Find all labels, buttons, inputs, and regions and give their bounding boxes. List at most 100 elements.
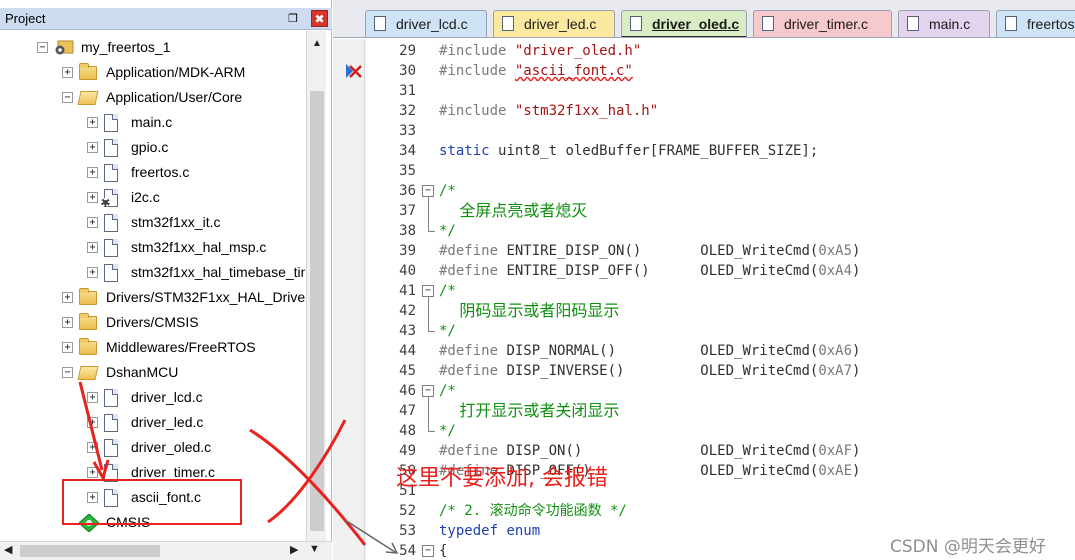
tab-label: main.c (929, 16, 971, 32)
expand-icon[interactable]: + (87, 467, 98, 478)
scroll-up-icon[interactable]: ▲ (307, 34, 327, 54)
code-text: { (439, 541, 447, 560)
code-text: #define ENTIRE_DISP_ON() OLED_WriteCmd(0… (439, 241, 860, 261)
scroll-thumb[interactable] (310, 91, 324, 531)
expand-icon[interactable]: + (87, 192, 98, 203)
fold-collapse-icon[interactable]: − (422, 545, 434, 557)
expand-icon[interactable]: + (87, 392, 98, 403)
code-line: 30 #include "ascii_font.c" (333, 61, 1075, 81)
tree-item[interactable]: + Drivers/STM32F1xx_HAL_Driver (0, 286, 305, 311)
code-text: */ (439, 421, 456, 441)
scroll-thumb-horizontal[interactable] (20, 545, 160, 557)
fold-collapse-icon[interactable]: − (422, 285, 434, 297)
editor-tab[interactable]: freertos.c (996, 10, 1075, 37)
editor-tab[interactable]: driver_timer.c (753, 10, 892, 37)
fold-guide (428, 201, 429, 221)
expand-icon[interactable]: + (62, 292, 73, 303)
folder-open-icon (77, 91, 99, 105)
tree-item[interactable]: + gpio.c (0, 136, 305, 161)
tree-item[interactable]: + stm32f1xx_it.c (0, 211, 305, 236)
file-icon (104, 439, 118, 457)
code-token: ) (852, 263, 861, 279)
scroll-down-icon[interactable]: ▼ (309, 543, 320, 555)
code-token: "driver_oled.h" (514, 43, 642, 59)
tree-item[interactable]: + Application/MDK-ARM (0, 61, 305, 86)
tree-item[interactable]: + stm32f1xx_hal_msp.c (0, 236, 305, 261)
tree-item-label: Middlewares/FreeRTOS (106, 339, 256, 355)
close-panel-button[interactable]: ✖ (311, 10, 328, 27)
tree-item[interactable]: + driver_oled.c (0, 436, 305, 461)
editor-tab[interactable]: driver_oled.c (621, 10, 747, 37)
code-line: 42 阴码显示或者阳码显示 (333, 301, 1075, 321)
code-token: 打开显示或者关闭显示 (439, 401, 620, 420)
expand-icon[interactable]: + (87, 117, 98, 128)
code-token: /* (439, 183, 456, 199)
expand-icon[interactable]: + (87, 217, 98, 228)
tree-item[interactable]: − my_freertos_1 (0, 36, 305, 61)
collapse-icon[interactable]: − (37, 42, 48, 53)
expand-icon[interactable]: + (87, 417, 98, 428)
fold-collapse-icon[interactable]: − (422, 185, 434, 197)
code-text: 阴码显示或者阳码显示 (439, 301, 619, 322)
code-text: */ (439, 221, 456, 241)
code-line: 33 (333, 121, 1075, 141)
fold-collapse-icon[interactable]: − (422, 385, 434, 397)
tree-item-label: Drivers/CMSIS (106, 314, 199, 330)
file-icon (104, 164, 118, 182)
error-marker-icon[interactable] (345, 63, 363, 79)
collapse-icon[interactable]: − (62, 92, 73, 103)
code-token: #include (439, 43, 515, 59)
code-token: */ (439, 323, 456, 339)
tree-item-label: stm32f1xx_it.c (131, 214, 221, 230)
tree-vertical-scrollbar[interactable]: ▲ (306, 31, 326, 541)
folder-icon (79, 313, 97, 330)
code-text: #define ENTIRE_DISP_OFF() OLED_WriteCmd(… (439, 261, 860, 281)
collapse-icon[interactable]: − (62, 367, 73, 378)
editor-tab[interactable]: driver_lcd.c (365, 10, 487, 37)
editor-tab[interactable]: driver_led.c (493, 10, 615, 37)
code-text: #define DISP_INVERSE() OLED_WriteCmd(0xA… (439, 361, 860, 381)
expand-icon[interactable]: + (62, 342, 73, 353)
tree-item[interactable]: + driver_lcd.c (0, 386, 305, 411)
expand-icon[interactable]: + (87, 442, 98, 453)
file-gear-icon (101, 189, 118, 207)
tree-item[interactable]: + Middlewares/FreeRTOS (0, 336, 305, 361)
code-line: 49 #define DISP_ON() OLED_WriteCmd(0xAF) (333, 441, 1075, 461)
tab-label: driver_oled.c (652, 16, 740, 32)
code-token: typedef (439, 523, 507, 539)
tree-item[interactable]: + driver_led.c (0, 411, 305, 436)
project-panel-title: Project (5, 11, 46, 26)
file-icon (104, 214, 118, 232)
code-line: 38 */ (333, 221, 1075, 241)
tree-item[interactable]: + i2c.c (0, 186, 305, 211)
tree-item[interactable]: + main.c (0, 111, 305, 136)
tree-item[interactable]: + freertos.c (0, 161, 305, 186)
folder-icon (79, 288, 97, 305)
expand-icon[interactable]: + (87, 142, 98, 153)
tree-item[interactable]: − DshanMCU (0, 361, 305, 386)
scroll-left-icon[interactable]: ◀ (4, 543, 12, 556)
scroll-right-icon[interactable]: ▶ (290, 543, 298, 556)
expand-icon[interactable]: + (87, 167, 98, 178)
editor-tab[interactable]: main.c (898, 10, 990, 37)
expand-icon[interactable]: + (87, 267, 98, 278)
line-number: 44 (399, 343, 416, 359)
file-icon (502, 16, 514, 31)
line-number: 36 (399, 183, 416, 199)
code-line: 37 全屏点亮或者熄灭 (333, 201, 1075, 221)
tree-item-label: Application/User/Core (106, 89, 243, 105)
code-line: 34 static uint8_t oledBuffer[FRAME_BUFFER… (333, 141, 1075, 161)
tree-horizontal-scrollbar[interactable]: ◀ ▶ ▼ (0, 541, 332, 560)
tree-item[interactable]: − Application/User/Core (0, 86, 305, 111)
tree-item[interactable]: + stm32f1xx_hal_timebase_tim.c (0, 261, 305, 286)
expand-icon[interactable]: + (62, 317, 73, 328)
folder-open-icon (77, 366, 99, 380)
fold-guide (428, 421, 429, 431)
expand-icon[interactable]: + (87, 242, 98, 253)
code-token: { (439, 543, 448, 559)
tab-label: freertos.c (1027, 16, 1075, 32)
fold-guide-end (428, 331, 435, 332)
expand-icon[interactable]: + (62, 67, 73, 78)
pin-icon[interactable]: ❐ (285, 11, 301, 27)
tree-item[interactable]: + Drivers/CMSIS (0, 311, 305, 336)
